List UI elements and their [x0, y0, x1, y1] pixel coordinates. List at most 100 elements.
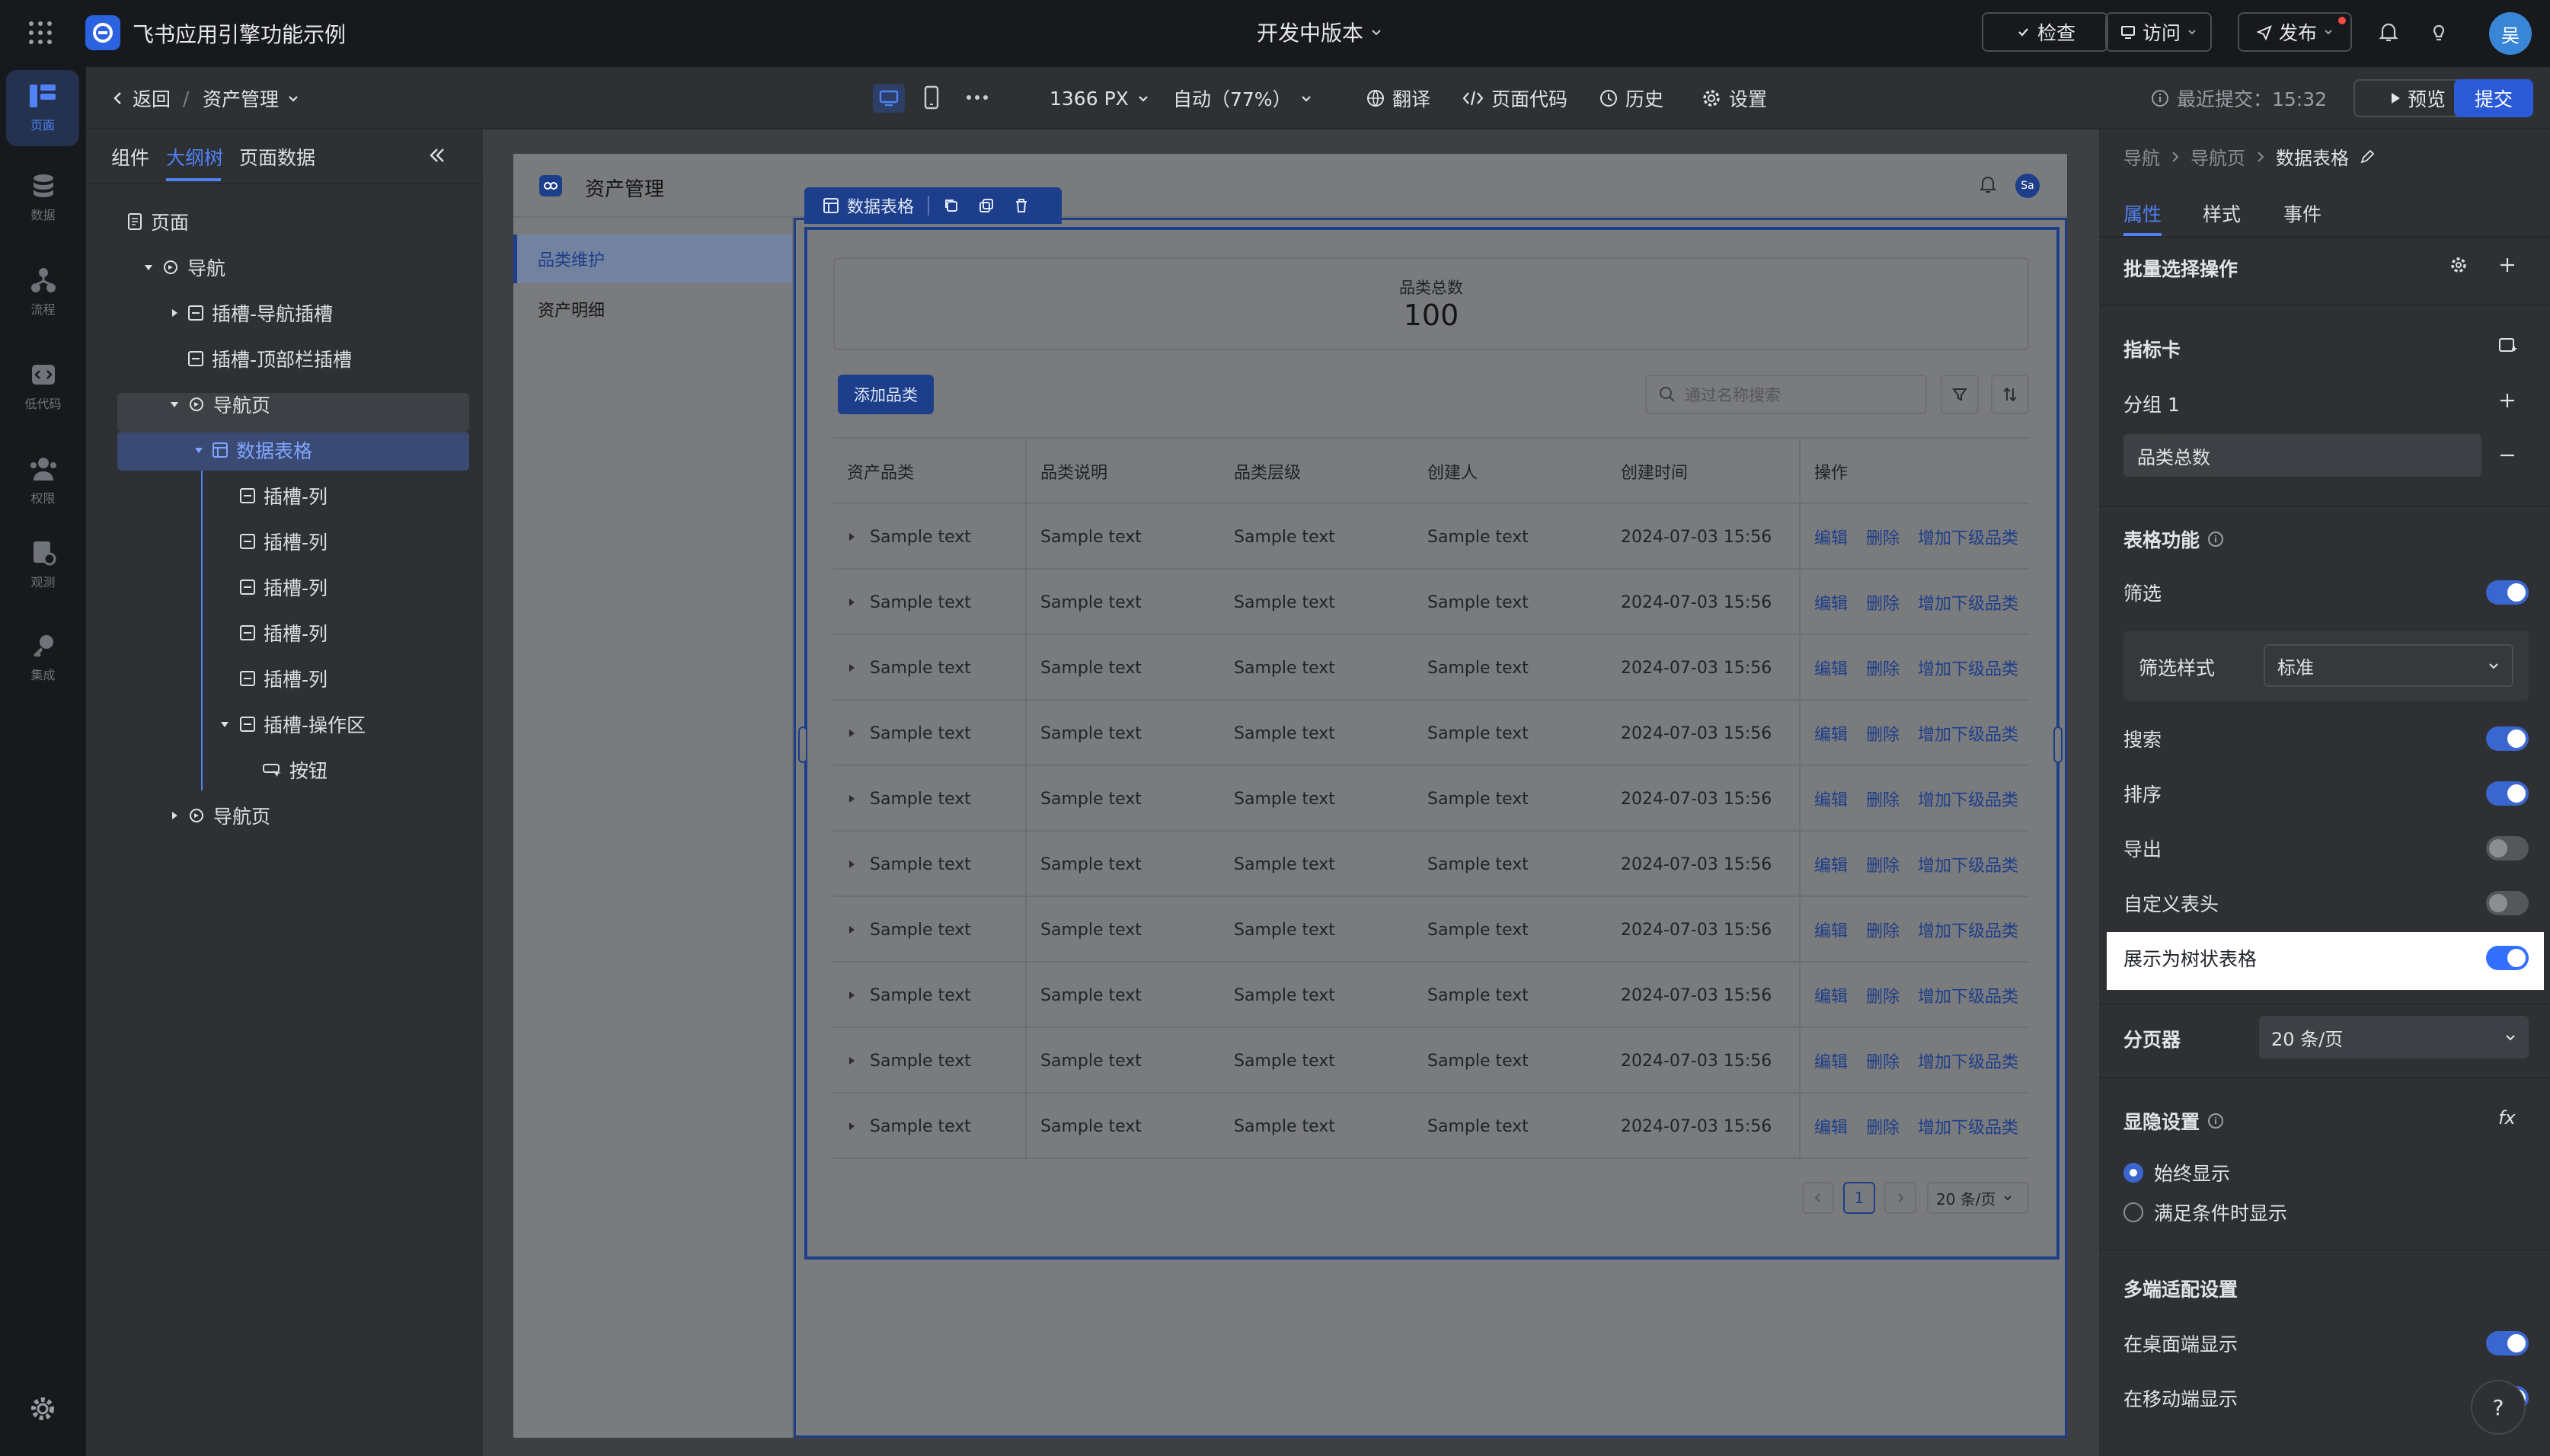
check-button[interactable]: 检查 — [1982, 12, 2108, 52]
desktop-display-toggle[interactable] — [2486, 1331, 2529, 1355]
table-row[interactable]: Sample text Sample text Sample text Sample … — [833, 832, 2029, 897]
tree-node-topbar-slot[interactable]: 插槽-顶部栏插槽 — [169, 340, 352, 378]
export-toggle[interactable] — [2486, 836, 2529, 861]
rail-item-flow[interactable]: 流程 — [0, 254, 86, 330]
expand-caret-icon[interactable] — [847, 897, 856, 963]
add-child-link[interactable]: 增加下级品类 — [1918, 766, 2018, 832]
filter-toggle[interactable] — [2486, 580, 2529, 605]
sort-toggle[interactable] — [2486, 781, 2529, 806]
tree-node-nav-page[interactable]: 导航页 — [169, 385, 270, 423]
table-row[interactable]: Sample text Sample text Sample text Sample … — [833, 897, 2029, 963]
table-row[interactable]: Sample text Sample text Sample text Sample … — [833, 570, 2029, 635]
tree-node-nav-slot[interactable]: 插槽-导航插槽 — [169, 294, 333, 332]
plus-icon[interactable] — [2498, 256, 2516, 274]
delete-link[interactable]: 删除 — [1866, 832, 1900, 897]
add-child-link[interactable]: 增加下级品类 — [1918, 832, 2018, 897]
radio-checked[interactable] — [2123, 1163, 2143, 1183]
width-selector[interactable]: 1366 PX — [1050, 67, 1150, 129]
settings-button[interactable]: 设置 — [1702, 67, 1767, 129]
table-row[interactable]: Sample text Sample text Sample text Sample … — [833, 635, 2029, 701]
submit-button[interactable]: 提交 — [2454, 79, 2533, 117]
tree-node-data-table[interactable]: 数据表格 — [193, 431, 312, 469]
tab-components[interactable]: 组件 — [111, 143, 149, 171]
menu-item-assets[interactable]: 资产明细 — [538, 297, 605, 321]
tree-node-action-slot[interactable]: 插槽-操作区 — [219, 705, 366, 743]
edit-link[interactable]: 编辑 — [1814, 897, 1848, 963]
collapse-panel-icon[interactable] — [427, 145, 448, 166]
expand-caret-icon[interactable] — [847, 832, 856, 897]
rail-item-page[interactable]: 页面 — [6, 70, 79, 146]
group-item[interactable]: 品类总数 — [2123, 434, 2481, 477]
delete-link[interactable]: 删除 — [1866, 766, 1900, 832]
tab-properties[interactable]: 属性 — [2123, 200, 2162, 227]
trash-icon[interactable] — [1013, 197, 1030, 214]
add-category-button[interactable]: 添加品类 — [838, 375, 934, 414]
sort-button[interactable] — [1991, 375, 2029, 414]
lightbulb-icon[interactable] — [2427, 20, 2451, 44]
rail-item-lowcode[interactable]: 低代码 — [0, 349, 86, 425]
zoom-selector[interactable]: 自动（77%） — [1173, 67, 1313, 129]
app-grid-icon[interactable] — [27, 20, 53, 46]
edit-link[interactable]: 编辑 — [1814, 635, 1848, 701]
tab-page-data[interactable]: 页面数据 — [239, 143, 315, 171]
delete-link[interactable]: 删除 — [1866, 897, 1900, 963]
edit-link[interactable]: 编辑 — [1814, 1094, 1848, 1159]
tree-table-toggle[interactable] — [2486, 946, 2529, 970]
minus-icon[interactable] — [2498, 446, 2516, 465]
table-row[interactable]: Sample text Sample text Sample text Sample … — [833, 963, 2029, 1028]
delete-link[interactable]: 删除 — [1866, 963, 1900, 1028]
table-row[interactable]: Sample text Sample text Sample text Sample … — [833, 701, 2029, 766]
rail-item-monitor[interactable]: 观测 — [0, 527, 86, 603]
edit-link[interactable]: 编辑 — [1814, 766, 1848, 832]
add-child-link[interactable]: 增加下级品类 — [1918, 963, 2018, 1028]
page-selector[interactable]: 资产管理 — [203, 67, 300, 129]
edit-link[interactable]: 编辑 — [1814, 701, 1848, 766]
pager-select[interactable]: 20 条/页 — [2259, 1016, 2529, 1058]
tree-node-column-slot[interactable]: 插槽-列 — [221, 614, 328, 652]
resize-handle-right[interactable] — [2053, 726, 2063, 763]
info-icon[interactable] — [2207, 1113, 2224, 1129]
filter-style-select[interactable]: 标准 — [2264, 644, 2513, 687]
tab-events[interactable]: 事件 — [2283, 200, 2322, 227]
tree-node-button[interactable]: 按钮 — [262, 751, 328, 789]
resize-handle-left[interactable] — [798, 726, 807, 763]
page-size-select[interactable]: 20 条/页 — [1927, 1182, 2029, 1214]
table-row[interactable]: Sample text Sample text Sample text Sample … — [833, 1028, 2029, 1094]
prev-page-button[interactable] — [1802, 1182, 1834, 1214]
table-row[interactable]: Sample text Sample text Sample text Sample … — [833, 766, 2029, 832]
edit-link[interactable]: 编辑 — [1814, 570, 1848, 635]
breadcrumb-item[interactable]: 导航 — [2123, 143, 2160, 170]
delete-link[interactable]: 删除 — [1866, 504, 1900, 570]
delete-link[interactable]: 删除 — [1866, 701, 1900, 766]
version-selector[interactable]: 开发中版本 — [1257, 17, 1383, 47]
bell-icon[interactable] — [2376, 20, 2401, 44]
delete-link[interactable]: 删除 — [1866, 635, 1900, 701]
add-child-link[interactable]: 增加下级品类 — [1918, 635, 2018, 701]
tab-outline[interactable]: 大纲树 — [166, 143, 223, 171]
page-1-button[interactable]: 1 — [1843, 1182, 1875, 1214]
tree-node-nav-page[interactable]: 导航页 — [169, 797, 270, 835]
delete-link[interactable]: 删除 — [1866, 1028, 1900, 1094]
tab-style[interactable]: 样式 — [2203, 200, 2241, 227]
translate-button[interactable]: 翻译 — [1366, 67, 1430, 129]
add-card-icon[interactable] — [2498, 337, 2518, 355]
gear-icon[interactable] — [2449, 256, 2468, 274]
visibility-option-always[interactable]: 始终显示 — [2123, 1159, 2230, 1186]
delete-link[interactable]: 删除 — [1866, 1094, 1900, 1159]
edit-icon[interactable] — [2360, 149, 2375, 164]
mobile-view-icon[interactable] — [923, 85, 940, 110]
add-child-link[interactable]: 增加下级品类 — [1918, 701, 2018, 766]
next-page-button[interactable] — [1884, 1182, 1916, 1214]
formula-icon[interactable]: fx — [2498, 1107, 2516, 1129]
delete-link[interactable]: 删除 — [1866, 570, 1900, 635]
edit-link[interactable]: 编辑 — [1814, 963, 1848, 1028]
table-row[interactable]: Sample text Sample text Sample text Sample … — [833, 504, 2029, 570]
bell-icon[interactable] — [1977, 174, 1999, 195]
expand-caret-icon[interactable] — [847, 766, 856, 832]
back-button[interactable]: 返回 — [111, 67, 171, 129]
user-avatar[interactable]: 吴 — [2489, 12, 2532, 55]
expand-caret-icon[interactable] — [847, 504, 856, 570]
add-child-link[interactable]: 增加下级品类 — [1918, 897, 2018, 963]
expand-caret-icon[interactable] — [847, 1028, 856, 1094]
radio-unchecked[interactable] — [2123, 1202, 2143, 1222]
